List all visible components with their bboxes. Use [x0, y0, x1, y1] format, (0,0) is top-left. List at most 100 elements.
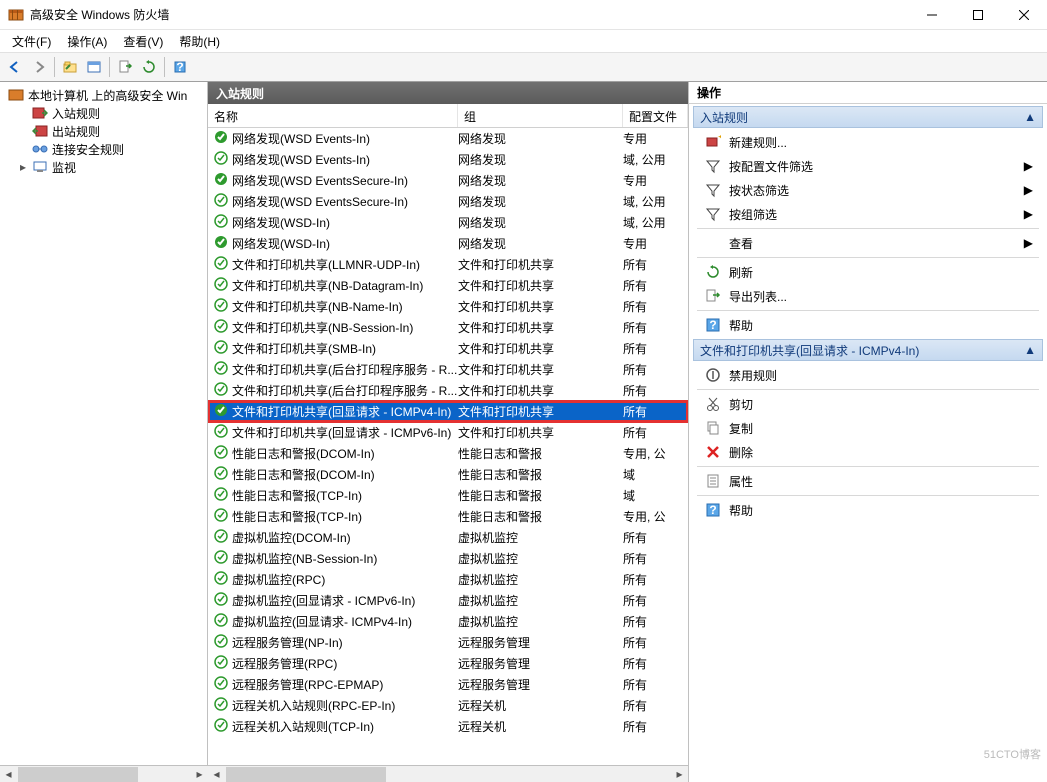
tree-connection[interactable]: 连接安全规则	[4, 140, 203, 158]
disabled-icon	[214, 571, 228, 588]
action-filter-state[interactable]: 按状态筛选 ▶	[693, 178, 1043, 202]
rule-row[interactable]: 性能日志和警报(DCOM-In)性能日志和警报域	[208, 464, 688, 485]
rule-row[interactable]: 虚拟机监控(回显请求 - ICMPv6-In)虚拟机监控所有	[208, 590, 688, 611]
toolbar: ?	[0, 52, 1047, 82]
toolbar-folder-button[interactable]	[59, 56, 81, 78]
properties-icon	[705, 473, 721, 489]
menu-action[interactable]: 操作(A)	[59, 31, 115, 52]
col-name[interactable]: 名称	[208, 104, 458, 127]
rule-row[interactable]: 文件和打印机共享(回显请求 - ICMPv6-In)文件和打印机共享所有	[208, 422, 688, 443]
action-copy[interactable]: 复制	[693, 416, 1043, 440]
action-help[interactable]: ? 帮助	[693, 313, 1043, 337]
rule-row[interactable]: 远程服务管理(RPC-EPMAP)远程服务管理所有	[208, 674, 688, 695]
rule-row[interactable]: 性能日志和警报(DCOM-In)性能日志和警报专用, 公	[208, 443, 688, 464]
rule-row[interactable]: 文件和打印机共享(NB-Session-In)文件和打印机共享所有	[208, 317, 688, 338]
action-cut[interactable]: 剪切	[693, 392, 1043, 416]
action-group-rule[interactable]: 文件和打印机共享(回显请求 - ICMPv4-In) ▲	[693, 339, 1043, 361]
rule-row[interactable]: 虚拟机监控(DCOM-In)虚拟机监控所有	[208, 527, 688, 548]
maximize-button[interactable]	[955, 0, 1001, 30]
minimize-button[interactable]	[909, 0, 955, 30]
toolbar-export-button[interactable]	[114, 56, 136, 78]
action-export[interactable]: 导出列表...	[693, 284, 1043, 308]
rule-row[interactable]: 网络发现(WSD Events-In)网络发现专用	[208, 128, 688, 149]
action-disable[interactable]: 禁用规则	[693, 363, 1043, 387]
action-filter-group[interactable]: 按组筛选 ▶	[693, 202, 1043, 226]
menu-file[interactable]: 文件(F)	[4, 31, 59, 52]
rule-row[interactable]: 虚拟机监控(NB-Session-In)虚拟机监控所有	[208, 548, 688, 569]
svg-text:✦: ✦	[717, 134, 721, 144]
disabled-icon	[214, 445, 228, 462]
rule-row[interactable]: 远程关机入站规则(RPC-EP-In)远程关机所有	[208, 695, 688, 716]
action-filter-profile[interactable]: 按配置文件筛选 ▶	[693, 154, 1043, 178]
grid-body[interactable]: 网络发现(WSD Events-In)网络发现专用网络发现(WSD Events…	[208, 128, 688, 765]
rule-row[interactable]: 网络发现(WSD EventsSecure-In)网络发现专用	[208, 170, 688, 191]
rule-row[interactable]: 远程服务管理(NP-In)远程服务管理所有	[208, 632, 688, 653]
rule-row[interactable]: 网络发现(WSD-In)网络发现专用	[208, 233, 688, 254]
rule-profile: 域, 公用	[623, 151, 688, 168]
rule-row[interactable]: 网络发现(WSD EventsSecure-In)网络发现域, 公用	[208, 191, 688, 212]
rule-row[interactable]: 性能日志和警报(TCP-In)性能日志和警报专用, 公	[208, 506, 688, 527]
action-export-label: 导出列表...	[729, 288, 787, 305]
rule-row[interactable]: 性能日志和警报(TCP-In)性能日志和警报域	[208, 485, 688, 506]
close-button[interactable]	[1001, 0, 1047, 30]
toolbar-refresh-button[interactable]	[138, 56, 160, 78]
action-new-rule[interactable]: ✦ 新建规则...	[693, 130, 1043, 154]
rule-row[interactable]: 远程关机入站规则(TCP-In)远程关机所有	[208, 716, 688, 737]
rule-profile: 专用, 公	[623, 508, 688, 525]
rule-profile: 所有	[623, 529, 688, 546]
action-help2[interactable]: ? 帮助	[693, 498, 1043, 522]
toolbar-panel-button[interactable]	[83, 56, 105, 78]
tree-monitor[interactable]: ▸ 监视	[4, 158, 203, 176]
rule-row[interactable]: 网络发现(WSD Events-In)网络发现域, 公用	[208, 149, 688, 170]
collapse-icon: ▲	[1024, 110, 1036, 124]
disabled-icon	[214, 487, 228, 504]
rule-row[interactable]: 文件和打印机共享(NB-Datagram-In)文件和打印机共享所有	[208, 275, 688, 296]
rule-row[interactable]: 网络发现(WSD-In)网络发现域, 公用	[208, 212, 688, 233]
rule-row[interactable]: 虚拟机监控(回显请求- ICMPv4-In)虚拟机监控所有	[208, 611, 688, 632]
tree-root[interactable]: 本地计算机 上的高级安全 Win	[4, 86, 203, 104]
action-refresh[interactable]: 刷新	[693, 260, 1043, 284]
back-button[interactable]	[4, 56, 26, 78]
disabled-icon	[214, 466, 228, 483]
forward-button[interactable]	[28, 56, 50, 78]
rule-row[interactable]: 文件和打印机共享(回显请求 - ICMPv4-In)文件和打印机共享所有	[208, 401, 688, 422]
action-properties[interactable]: 属性	[693, 469, 1043, 493]
toolbar-help-button[interactable]: ?	[169, 56, 191, 78]
col-profile[interactable]: 配置文件	[623, 104, 688, 127]
rules-pane: 入站规则 名称 组 配置文件 网络发现(WSD Events-In)网络发现专用…	[208, 82, 689, 782]
copy-icon	[705, 420, 721, 436]
rule-row[interactable]: 文件和打印机共享(后台打印程序服务 - R...文件和打印机共享所有	[208, 359, 688, 380]
tree-scrollbar[interactable]: ◂▸	[0, 765, 208, 782]
action-view[interactable]: 查看 ▶	[693, 231, 1043, 255]
disabled-icon	[214, 697, 228, 714]
rule-name: 文件和打印机共享(后台打印程序服务 - R...	[232, 382, 457, 399]
rule-group: 网络发现	[458, 130, 623, 147]
rule-row[interactable]: 文件和打印机共享(NB-Name-In)文件和打印机共享所有	[208, 296, 688, 317]
rule-row[interactable]: 虚拟机监控(RPC)虚拟机监控所有	[208, 569, 688, 590]
rule-name: 性能日志和警报(DCOM-In)	[232, 466, 375, 483]
rule-group: 网络发现	[458, 172, 623, 189]
rule-row[interactable]: 文件和打印机共享(SMB-In)文件和打印机共享所有	[208, 338, 688, 359]
rule-name: 性能日志和警报(TCP-In)	[232, 508, 362, 525]
menu-view[interactable]: 查看(V)	[115, 31, 171, 52]
horizontal-scrollbar[interactable]: ◂▸	[208, 765, 688, 782]
window-title: 高级安全 Windows 防火墙	[30, 6, 909, 23]
disabled-icon	[214, 382, 228, 399]
tree-inbound-label: 入站规则	[52, 105, 100, 122]
menu-help[interactable]: 帮助(H)	[171, 31, 228, 52]
tree-inbound[interactable]: 入站规则	[4, 104, 203, 122]
action-properties-label: 属性	[729, 473, 753, 490]
tree-outbound[interactable]: 出站规则	[4, 122, 203, 140]
action-group-inbound[interactable]: 入站规则 ▲	[693, 106, 1043, 128]
rule-row[interactable]: 文件和打印机共享(后台打印程序服务 - R...文件和打印机共享所有	[208, 380, 688, 401]
rule-group: 虚拟机监控	[458, 529, 623, 546]
action-delete[interactable]: 删除	[693, 440, 1043, 464]
rule-group: 文件和打印机共享	[458, 361, 623, 378]
rule-name: 网络发现(WSD EventsSecure-In)	[232, 172, 408, 189]
new-rule-icon: ✦	[705, 134, 721, 150]
col-group[interactable]: 组	[458, 104, 623, 127]
expander-icon[interactable]: ▸	[18, 160, 28, 174]
rule-row[interactable]: 文件和打印机共享(LLMNR-UDP-In)文件和打印机共享所有	[208, 254, 688, 275]
rule-name: 网络发现(WSD EventsSecure-In)	[232, 193, 408, 210]
rule-row[interactable]: 远程服务管理(RPC)远程服务管理所有	[208, 653, 688, 674]
